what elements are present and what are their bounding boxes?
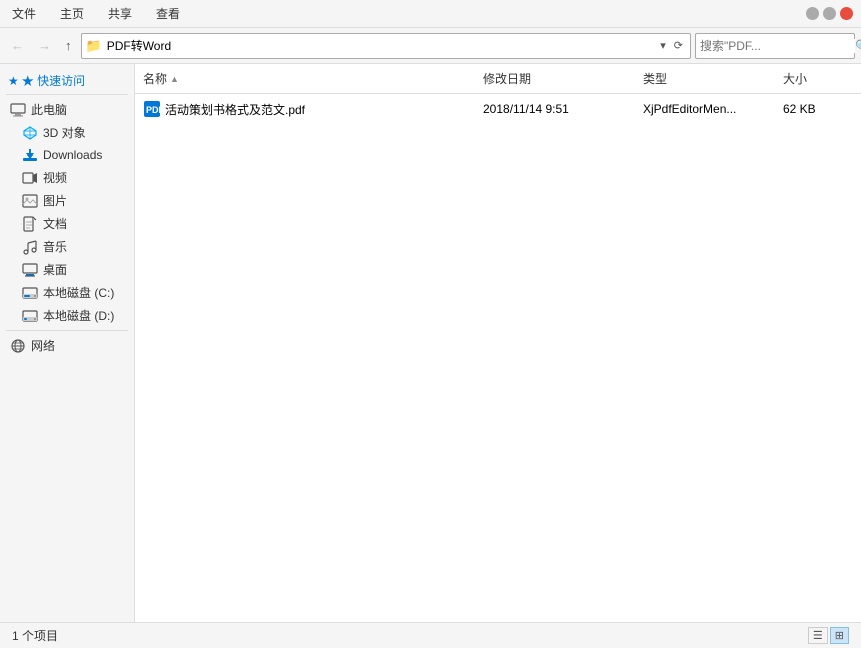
header-type[interactable]: 类型 bbox=[635, 68, 775, 89]
star-icon: ★ bbox=[8, 74, 19, 88]
music-label: 音乐 bbox=[43, 238, 67, 255]
address-refresh-button[interactable]: ⟳ bbox=[671, 38, 686, 53]
file-date: 2018/11/14 9:51 bbox=[475, 100, 635, 118]
table-row[interactable]: PDF 活动策划书格式及范文.pdf 2018/11/14 9:51 XjPdf… bbox=[135, 94, 861, 125]
video-icon bbox=[22, 170, 38, 186]
status-count: 1 个项目 bbox=[12, 627, 58, 644]
sidebar-item-local-c[interactable]: 本地磁盘 (C:) bbox=[0, 281, 134, 304]
file-name: 活动策划书格式及范文.pdf bbox=[165, 101, 305, 118]
view-grid-button[interactable]: ⊞ bbox=[830, 627, 849, 644]
disk-c-icon bbox=[22, 285, 38, 301]
header-size[interactable]: 大小 bbox=[775, 68, 855, 89]
pdf-file-icon: PDF bbox=[143, 100, 161, 118]
videos-label: 视频 bbox=[43, 169, 67, 186]
file-area: 名称 ▲ 修改日期 类型 大小 PDF 活动策划书格式及范文.pdf 2018/… bbox=[135, 64, 861, 622]
downloads-label: Downloads bbox=[43, 148, 102, 162]
menu-bar: 文件 主页 共享 查看 bbox=[0, 0, 861, 28]
view-list-button[interactable]: ☰ bbox=[808, 627, 828, 644]
quick-access-label: ★ 快速访问 bbox=[22, 72, 85, 89]
forward-button[interactable]: → bbox=[33, 35, 56, 56]
menu-view[interactable]: 查看 bbox=[152, 3, 184, 24]
sidebar-item-desktop[interactable]: 桌面 bbox=[0, 258, 134, 281]
this-pc-label: 此电脑 bbox=[31, 101, 67, 118]
svg-text:PDF: PDF bbox=[146, 105, 161, 115]
document-icon bbox=[22, 216, 38, 232]
address-dropdown-button[interactable]: ▾ bbox=[657, 38, 669, 53]
header-date[interactable]: 修改日期 bbox=[475, 68, 635, 89]
sidebar-item-downloads[interactable]: Downloads bbox=[0, 144, 134, 166]
sidebar-item-music[interactable]: 音乐 bbox=[0, 235, 134, 258]
address-input[interactable] bbox=[107, 39, 658, 53]
window-controls bbox=[806, 7, 853, 20]
sidebar-item-local-d[interactable]: 本地磁盘 (D:) bbox=[0, 304, 134, 327]
sort-arrow: ▲ bbox=[170, 74, 179, 84]
downloads-icon bbox=[22, 147, 38, 163]
file-size: 62 KB bbox=[775, 100, 855, 118]
network-icon bbox=[10, 338, 26, 354]
file-type: XjPdfEditorMen... bbox=[635, 100, 775, 118]
3d-icon bbox=[22, 125, 38, 141]
sidebar-item-documents[interactable]: 文档 bbox=[0, 212, 134, 235]
search-input[interactable] bbox=[700, 39, 855, 53]
sidebar-item-pictures[interactable]: 图片 bbox=[0, 189, 134, 212]
header-name[interactable]: 名称 ▲ bbox=[135, 68, 475, 89]
back-button[interactable]: ← bbox=[6, 35, 29, 56]
desktop-label: 桌面 bbox=[43, 261, 67, 278]
address-bar[interactable]: 📁 ▾ ⟳ bbox=[81, 33, 692, 59]
sidebar-divider-2 bbox=[6, 330, 128, 331]
search-bar[interactable]: 🔍 bbox=[695, 33, 855, 59]
minimize-button[interactable] bbox=[806, 7, 819, 20]
desktop-icon bbox=[22, 262, 38, 278]
disk-d-icon bbox=[22, 308, 38, 324]
local-c-label: 本地磁盘 (C:) bbox=[43, 284, 114, 301]
sidebar-item-3d-objects[interactable]: 3D 对象 bbox=[0, 121, 134, 144]
menu-home[interactable]: 主页 bbox=[56, 3, 88, 24]
sidebar: ★ ★ 快速访问 此电脑 bbox=[0, 64, 135, 622]
menu-file[interactable]: 文件 bbox=[8, 3, 40, 24]
sidebar-item-network[interactable]: 网络 bbox=[0, 334, 134, 357]
sidebar-item-videos[interactable]: 视频 bbox=[0, 166, 134, 189]
local-d-label: 本地磁盘 (D:) bbox=[43, 307, 114, 324]
sidebar-item-this-pc[interactable]: 此电脑 bbox=[0, 98, 134, 121]
sidebar-item-quick-access[interactable]: ★ ★ 快速访问 bbox=[0, 68, 134, 91]
pc-icon bbox=[10, 102, 26, 118]
picture-icon bbox=[22, 193, 38, 209]
folder-icon: 📁 bbox=[86, 38, 102, 54]
sidebar-divider-1 bbox=[6, 94, 128, 95]
maximize-button[interactable] bbox=[823, 7, 836, 20]
3d-objects-label: 3D 对象 bbox=[43, 124, 86, 141]
main-area: ★ ★ 快速访问 此电脑 bbox=[0, 64, 861, 622]
up-button[interactable]: ↑ bbox=[60, 35, 77, 56]
address-bar-right: ▾ ⟳ bbox=[657, 38, 686, 53]
toolbar: ← → ↑ 📁 ▾ ⟳ 🔍 bbox=[0, 28, 861, 64]
pictures-label: 图片 bbox=[43, 192, 67, 209]
search-icon: 🔍 bbox=[855, 39, 861, 53]
status-bar: 1 个项目 ☰ ⊞ bbox=[0, 622, 861, 648]
documents-label: 文档 bbox=[43, 215, 67, 232]
file-name-cell: PDF 活动策划书格式及范文.pdf bbox=[135, 98, 475, 120]
file-list-header: 名称 ▲ 修改日期 类型 大小 bbox=[135, 64, 861, 94]
close-button[interactable] bbox=[840, 7, 853, 20]
network-label: 网络 bbox=[31, 337, 55, 354]
music-icon bbox=[22, 239, 38, 255]
view-buttons: ☰ ⊞ bbox=[808, 627, 849, 644]
menu-share[interactable]: 共享 bbox=[104, 3, 136, 24]
